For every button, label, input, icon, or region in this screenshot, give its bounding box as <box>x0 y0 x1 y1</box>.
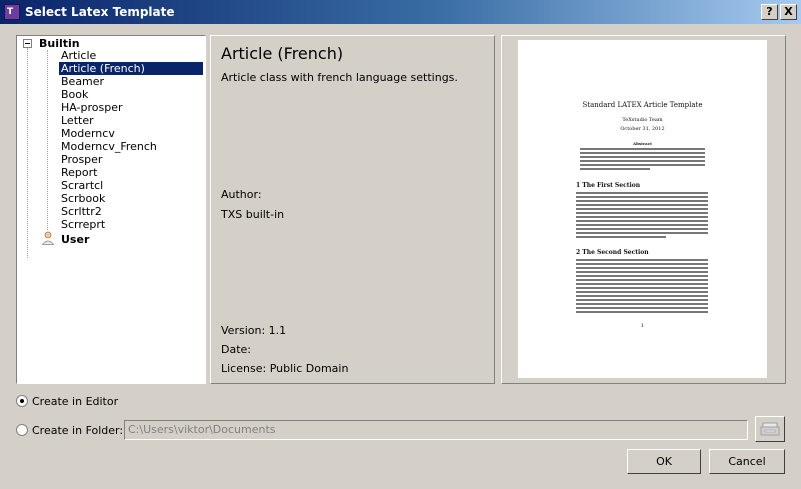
help-button[interactable]: ? <box>761 4 778 20</box>
tree-item-ha-prosper[interactable]: HA-prosper <box>59 101 125 114</box>
tree-item-letter[interactable]: Letter <box>59 114 96 127</box>
version-label: Version: <box>221 324 266 337</box>
tree-item-scrreprt[interactable]: Scrreprt <box>59 218 107 231</box>
preview-page: Standard LATEX Article Template TeXstudi… <box>518 40 767 378</box>
tree-line <box>47 50 49 230</box>
tree-item-moderncv-french[interactable]: Moderncv_French <box>59 140 159 153</box>
create-in-folder-label[interactable]: Create in Folder: <box>32 424 123 437</box>
title-bar: T Select Latex Template ? X <box>0 0 801 24</box>
tree-group-user[interactable]: User <box>61 233 89 246</box>
version-value: 1.1 <box>268 324 287 337</box>
window-title: Select Latex Template <box>25 5 175 19</box>
ok-button[interactable]: OK <box>627 449 701 474</box>
folder-path-field[interactable]: C:\Users\viktor\Documents <box>124 420 748 440</box>
create-in-editor-label[interactable]: Create in Editor <box>32 395 118 408</box>
cancel-button[interactable]: Cancel <box>709 449 785 474</box>
preview-section-2: 2 The Second Section <box>576 249 649 256</box>
folder-browse-icon <box>760 422 780 436</box>
template-info-panel: Article (French) Article class with fren… <box>210 35 495 384</box>
tree-line <box>27 48 29 258</box>
license-row: License: Public Domain <box>221 362 348 375</box>
tree-item-book[interactable]: Book <box>59 88 90 101</box>
author-value: TXS built-in <box>221 208 285 221</box>
latex-app-icon: T <box>4 4 20 20</box>
user-icon <box>41 231 55 245</box>
tree-item-beamer[interactable]: Beamer <box>59 75 106 88</box>
preview-doc-title: Standard LATEX Article Template <box>582 101 703 109</box>
tree-item-moderncv[interactable]: Moderncv <box>59 127 117 140</box>
template-preview-panel: Standard LATEX Article Template TeXstudi… <box>501 35 786 384</box>
browse-folder-button[interactable] <box>755 416 785 442</box>
date-row: Date: <box>221 343 251 356</box>
template-name: Article (French) <box>221 44 344 63</box>
create-in-editor-radio[interactable] <box>16 395 28 407</box>
collapse-icon[interactable] <box>23 39 32 48</box>
tree-item-scrbook[interactable]: Scrbook <box>59 192 107 205</box>
template-tree[interactable]: Builtin Article Article (French) Beamer … <box>16 35 206 384</box>
tree-item-article[interactable]: Article <box>59 49 98 62</box>
tree-item-article-french[interactable]: Article (French) <box>59 62 203 75</box>
author-label: Author: <box>221 188 262 201</box>
license-value: Public Domain <box>269 362 349 375</box>
version-row: Version: 1.1 <box>221 324 286 337</box>
preview-doc-date: October 31, 2012 <box>620 126 665 132</box>
tree-item-scrlttr2[interactable]: Scrlttr2 <box>59 205 104 218</box>
preview-section-1: 1 The First Section <box>576 182 641 189</box>
close-button[interactable]: X <box>780 4 797 20</box>
tree-item-scrartcl[interactable]: Scrartcl <box>59 179 105 192</box>
preview-doc-author: TeXstudio Team <box>622 117 663 123</box>
date-label: Date: <box>221 343 251 356</box>
preview-page-number: 1 <box>640 323 645 329</box>
preview-abstract-heading: Abstract <box>633 141 652 146</box>
license-label: License: <box>221 362 267 375</box>
template-description: Article class with french language setti… <box>221 71 458 84</box>
tree-item-report[interactable]: Report <box>59 166 99 179</box>
tree-item-prosper[interactable]: Prosper <box>59 153 104 166</box>
create-in-folder-radio[interactable] <box>16 424 28 436</box>
